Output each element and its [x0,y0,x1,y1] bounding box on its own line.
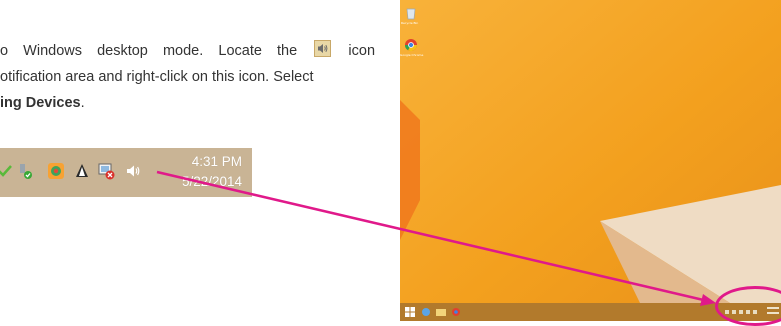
pointer-arrow [156,170,716,306]
